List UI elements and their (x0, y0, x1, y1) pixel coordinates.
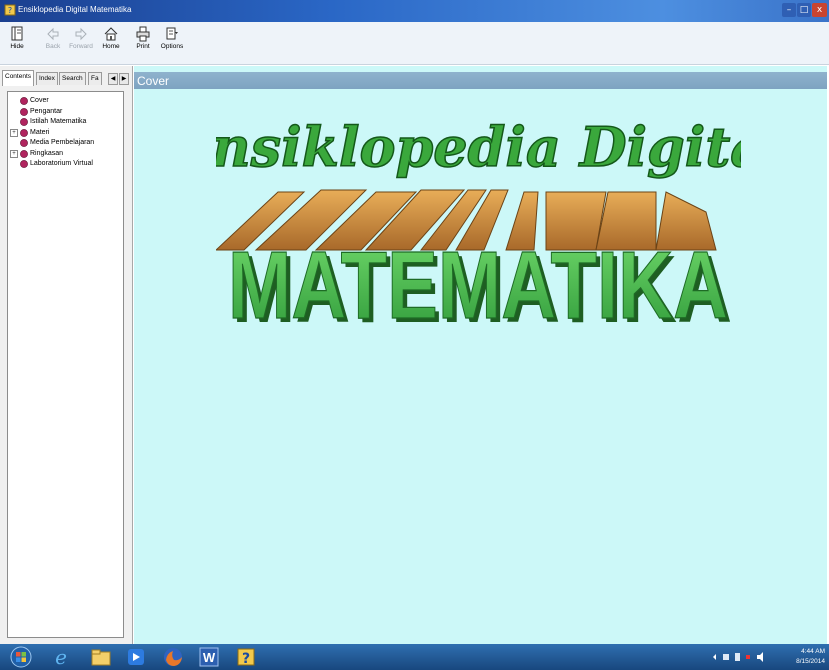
tree-item[interactable]: Cover (8, 96, 121, 106)
system-tray: 4:44 AM 8/15/2014 (705, 644, 825, 670)
tree-item-label: Cover (30, 97, 49, 104)
tab-scroll-left-icon[interactable]: ◀ (108, 73, 118, 85)
clock-date[interactable]: 8/15/2014 (795, 658, 825, 665)
svg-text:?: ? (242, 651, 250, 667)
svg-text:?: ? (8, 6, 12, 15)
expand-icon[interactable]: + (10, 149, 18, 158)
ensiklopedia-logo: Ensiklopedia Digital MATEMATIKA MATEMATI… (216, 114, 741, 340)
forward-button[interactable]: Forward (68, 25, 94, 61)
title-bar: ? Ensiklopedia Digital Matematika – □ x (0, 0, 829, 22)
file-explorer-icon[interactable] (90, 646, 112, 668)
print-label: Print (136, 43, 150, 50)
options-icon (166, 27, 178, 40)
expand-icon[interactable]: + (10, 128, 18, 137)
nav-tabs: Contents Index Search Fa ◀ ▶ (2, 70, 130, 86)
book-icon (20, 118, 28, 126)
options-label: Options (160, 43, 184, 50)
tab-contents[interactable]: Contents (2, 70, 35, 86)
tray-icons[interactable] (711, 652, 771, 662)
print-button[interactable]: Print (130, 25, 156, 61)
logo-block-text: MATEMATIKA (228, 232, 728, 339)
tree-item-label: Ringkasan (30, 149, 64, 157)
minimize-button[interactable]: – (782, 3, 796, 17)
hide-label: Hide (10, 43, 24, 50)
printer-icon (136, 26, 150, 42)
contents-tree: Cover Pengantar Istilah Matematika + Materi M… (7, 91, 124, 638)
forward-arrow-icon (75, 27, 87, 41)
tree-item[interactable]: Media Pembelajaran (8, 138, 121, 148)
taskbar: e W ? 4:44 AM 8/15/2014 (0, 644, 829, 670)
back-arrow-icon (47, 27, 59, 41)
book-icon (20, 97, 28, 105)
home-label: Home (102, 43, 120, 50)
tree-item-label: Pengantar (30, 107, 63, 115)
back-button[interactable]: Back (40, 25, 66, 61)
hide-pane-icon (11, 26, 23, 41)
tree-item-label: Media Pembelajaran (30, 139, 95, 146)
tree-item-label: Laboratorium Virtual (30, 160, 93, 167)
topic-title: Cover (137, 74, 170, 88)
maximize-button[interactable]: □ (797, 3, 811, 17)
word-icon[interactable]: W (198, 646, 220, 668)
tab-scroll-right-icon[interactable]: ▶ (119, 73, 129, 85)
book-icon (20, 128, 28, 137)
back-label: Back (45, 43, 61, 50)
tree-item-label: Istilah Matematika (30, 118, 87, 125)
book-icon (20, 139, 28, 147)
tree-item[interactable]: + Materi (8, 128, 121, 138)
tree-item[interactable]: Istilah Matematika (8, 117, 121, 127)
forward-label: Forward (69, 43, 93, 50)
tree-item[interactable]: Laboratorium Virtual (8, 159, 121, 169)
logo-script-text: Ensiklopedia Digital (216, 115, 741, 179)
tree-item[interactable]: + Ringkasan (8, 149, 121, 159)
svg-text:W: W (203, 650, 216, 665)
window-title: Ensiklopedia Digital Matematika (18, 5, 132, 14)
tree-item[interactable]: Pengantar (8, 107, 121, 117)
tab-index[interactable]: Index (36, 72, 58, 85)
help-viewer-taskbar-icon[interactable]: ? (235, 646, 257, 668)
toolbar: Hide Back Forward Home Print Options (0, 22, 829, 65)
book-icon (20, 160, 28, 168)
start-orb-icon[interactable] (10, 646, 32, 668)
firefox-icon[interactable] (162, 646, 184, 668)
content-pane: Cover Ensiklopedia Digita (134, 66, 827, 644)
topic-header: Cover (134, 72, 827, 89)
media-player-icon[interactable] (125, 646, 147, 668)
clock-time[interactable]: 4:44 AM (795, 648, 825, 655)
tab-favorites[interactable]: Fa (88, 72, 102, 85)
navigation-pane: Contents Index Search Fa ◀ ▶ Cover Pengan… (0, 66, 133, 644)
home-button[interactable]: Home (98, 25, 124, 61)
options-button[interactable]: Options (159, 25, 185, 61)
hide-button[interactable]: Hide (4, 25, 30, 61)
close-button[interactable]: x (812, 3, 827, 17)
tab-search[interactable]: Search (59, 72, 86, 85)
tree-item-label: Materi (30, 128, 50, 136)
home-icon (104, 27, 118, 41)
help-app-icon: ? (4, 4, 16, 16)
book-icon (20, 149, 28, 158)
book-icon (20, 107, 28, 116)
svg-text:e: e (55, 646, 67, 668)
internet-explorer-icon[interactable]: e (50, 646, 72, 668)
